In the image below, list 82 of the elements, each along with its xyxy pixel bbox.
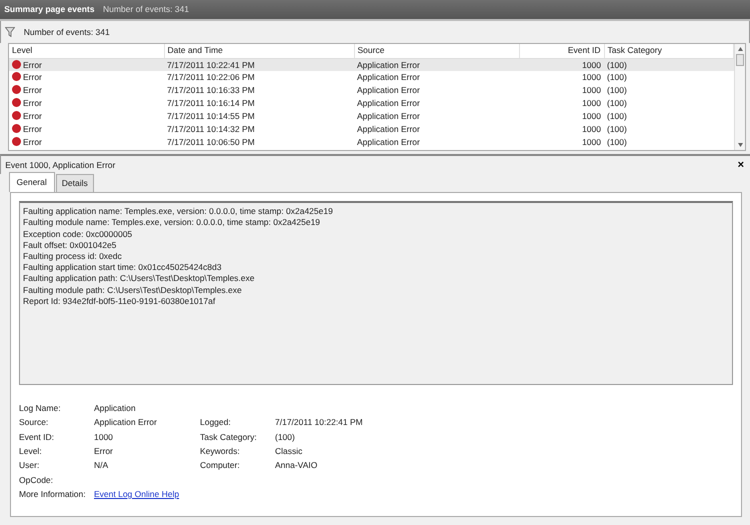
task-category-cell-text: (100) — [606, 97, 628, 110]
level-cell: Error — [9, 84, 164, 98]
column-header[interactable]: Date and Time — [164, 44, 354, 58]
source-cell: Application Error — [354, 58, 519, 72]
property-label: Task Category: — [200, 430, 258, 444]
help-link[interactable]: Event Log Online Help — [94, 486, 180, 502]
column-header[interactable]: Level — [9, 44, 164, 58]
level-cell: Error — [9, 136, 164, 150]
panel-title: Summary page events — [4, 3, 94, 16]
description-line: Faulting application start time: 0x01cc45025424c8d3 — [23, 262, 222, 274]
close-button[interactable]: × — [732, 160, 750, 170]
description-line: Report Id: 934e2fdf-b0f5-11e0-9191-60380e1017af — [23, 296, 216, 307]
property-label: OpCode: — [19, 474, 54, 487]
event-count-label: Number of events: 341 — [24, 26, 110, 38]
source-cell-text: Application Error — [356, 84, 421, 98]
column-header[interactable]: Event ID — [519, 44, 604, 58]
event-id-cell-text: 1000 — [581, 84, 602, 98]
source-cell-text: Application Error — [356, 97, 421, 110]
property-value: 1000 — [94, 430, 114, 444]
task-category-cell-text: (100) — [606, 123, 628, 136]
column-header[interactable]: Task Category — [604, 44, 734, 58]
scrollbar[interactable] — [734, 44, 745, 150]
event-count: Number of events: 341 — [102, 3, 189, 16]
source-cell-text: Application Error — [356, 136, 421, 150]
date-cell: 7/17/2011 10:22:06 PM — [164, 71, 354, 84]
description-line: Faulting process id: 0xedc — [23, 250, 123, 262]
property-label: Source: — [19, 416, 50, 430]
detail-title: Event 1000, Application Error — [5, 158, 116, 172]
column-header[interactable]: Source — [354, 44, 519, 58]
task-category-cell-text: (100) — [606, 84, 628, 98]
property-value: Application Error — [94, 416, 158, 430]
property-value: 7/17/2011 10:22:41 PM — [275, 416, 363, 430]
source-cell-text: Application Error — [356, 110, 421, 124]
scroll-down-icon[interactable] — [738, 143, 742, 147]
date-cell: 7/17/2011 10:22:41 PM — [164, 58, 354, 72]
property-value: (100) — [275, 430, 295, 444]
property-value: Application — [94, 402, 137, 416]
property-label: Computer: — [200, 459, 241, 472]
property-label: Keywords: — [200, 445, 241, 458]
event-id-cell-text: 1000 — [581, 123, 602, 136]
date-cell-text: 7/17/2011 10:14:55 PM — [166, 110, 256, 124]
tab[interactable]: General — [8, 172, 55, 192]
source-cell-text: Application Error — [356, 123, 421, 136]
task-category-cell-text: (100) — [606, 110, 628, 124]
property-value: Error — [94, 445, 114, 458]
date-cell-text: 7/17/2011 10:16:33 PM — [166, 84, 256, 98]
property-label: User: — [19, 459, 40, 472]
event-id-cell: 1000 — [519, 58, 604, 72]
property-value: N/A — [94, 459, 110, 472]
property-value: Classic — [275, 445, 302, 458]
event-id-cell-text: 1000 — [581, 136, 602, 150]
property-label: Event ID: — [19, 430, 55, 444]
scroll-thumb[interactable] — [736, 54, 744, 66]
date-cell-text: 7/17/2011 10:16:14 PM — [166, 97, 256, 110]
description-line: Faulting application path: C:\Users\Test\Desktop\Temples.exe — [23, 273, 256, 285]
level-cell: Error — [9, 58, 164, 72]
description-line: Faulting module path: C:\Users\Test\Desktop\Temples.exe — [23, 284, 243, 296]
date-cell-text: 7/17/2011 10:14:32 PM — [166, 123, 256, 136]
level-cell: Error — [9, 123, 164, 136]
property-value: Anna-VAIO — [275, 459, 318, 472]
scroll-up-icon[interactable] — [738, 47, 742, 51]
task-category-cell: (100) — [604, 58, 734, 72]
filter-icon[interactable] — [5, 27, 16, 37]
property-label: Level: — [19, 445, 43, 458]
property-label: Log Name: — [19, 402, 62, 416]
event-id-cell: 1000 — [519, 71, 604, 84]
property-label: More Information: — [19, 488, 87, 501]
description-line: Fault offset: 0x001042e5 — [23, 240, 118, 251]
event-id-cell-text: 1000 — [581, 110, 602, 124]
description-line: Faulting module name: Temples.exe, version: 0.0.0.0, time stamp: 0x2a425e19 — [23, 217, 322, 229]
date-cell-text: 7/17/2011 10:06:50 PM — [166, 136, 256, 150]
task-category-cell: (100) — [604, 71, 734, 84]
tab[interactable]: Details — [56, 174, 94, 192]
level-cell: Error — [9, 97, 164, 110]
level-cell: Error — [9, 110, 164, 124]
property-label: Logged: — [200, 416, 232, 430]
description-line: Faulting application name: Temples.exe, version: 0.0.0.0, time stamp: 0x2a425e19 — [23, 206, 334, 218]
event-id-cell-text: 1000 — [581, 97, 602, 110]
source-cell: Application Error — [354, 71, 519, 84]
level-cell: Error — [9, 71, 164, 84]
task-category-cell-text: (100) — [606, 136, 628, 150]
description-line: Exception code: 0xc0000005 — [23, 228, 134, 240]
